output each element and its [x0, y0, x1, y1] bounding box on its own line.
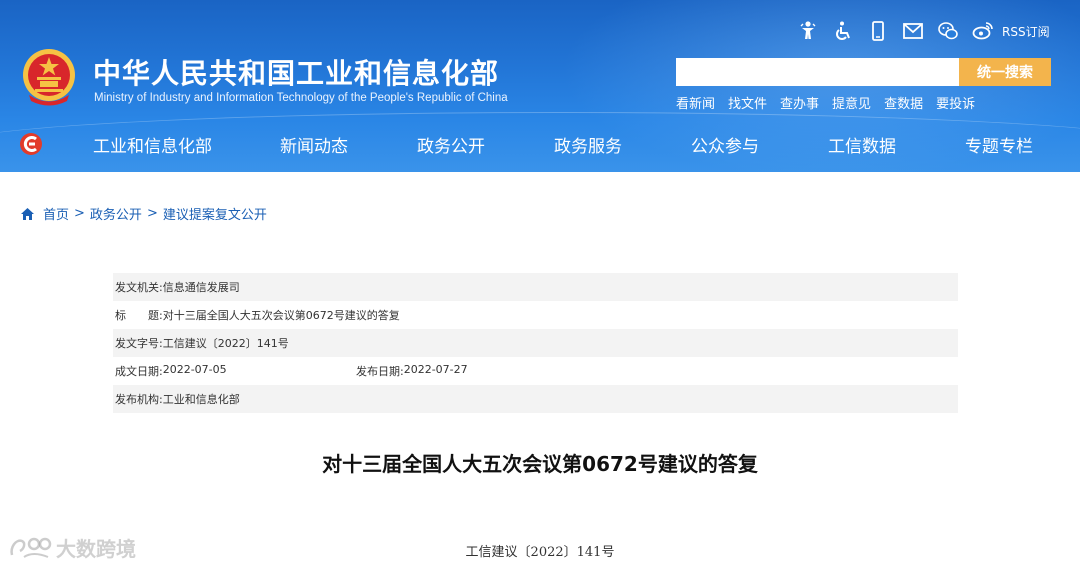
nav-item-topics[interactable]: 专题专栏 — [965, 132, 1033, 157]
mobile-phone-icon[interactable] — [866, 19, 890, 43]
quick-link-feedback[interactable]: 提意见 — [832, 93, 871, 112]
nav-item-participation[interactable]: 公众参与 — [691, 132, 759, 157]
breadcrumb-separator: > — [74, 206, 85, 221]
document-heading: 对十三届全国人大五次会议第0672号建议的答复 — [322, 452, 758, 476]
home-icon[interactable] — [20, 207, 35, 221]
nav-item-ministry[interactable]: 工业和信息化部 — [93, 132, 212, 157]
meta-label: 发布机构: — [115, 393, 163, 406]
rss-link[interactable]: RSS订阅 — [1002, 23, 1050, 40]
wechat-icon[interactable] — [936, 19, 960, 43]
breadcrumb-current[interactable]: 建议提案复文公开 — [163, 204, 267, 223]
search-input[interactable] — [676, 58, 959, 86]
main-nav: 工业和信息化部 新闻动态 政务公开 政务服务 公众参与 工信数据 专题专栏 — [93, 132, 1053, 158]
site-header: 中华人民共和国工业和信息化部 Ministry of Industry and … — [0, 0, 1080, 172]
unified-search-button[interactable]: 统一搜索 — [959, 58, 1051, 86]
ministry-logo-icon[interactable] — [18, 131, 44, 157]
accessibility-figure-icon[interactable] — [796, 19, 820, 43]
breadcrumb-gov-affairs[interactable]: 政务公开 — [90, 204, 142, 223]
watermark-text: 大数跨境 — [56, 537, 136, 561]
meta-value-org: 工业和信息化部 — [162, 393, 240, 406]
nav-item-services[interactable]: 政务服务 — [554, 132, 622, 157]
watermark: 大数跨境 — [8, 533, 136, 562]
quick-link-files[interactable]: 找文件 — [728, 93, 767, 112]
meta-label: 发文机关: — [115, 281, 163, 294]
nav-item-gov-affairs[interactable]: 政务公开 — [417, 132, 485, 157]
quick-links: 看新闻 找文件 查办事 提意见 查数据 要投诉 — [676, 93, 988, 112]
site-subtitle: Ministry of Industry and Information Tec… — [94, 92, 508, 104]
breadcrumb-separator: > — [146, 206, 158, 221]
mail-icon[interactable] — [901, 19, 925, 43]
top-icon-bar: RSS订阅 — [796, 18, 1050, 44]
breadcrumb: 首页 > 政务公开 > 建议提案复文公开 — [20, 204, 267, 223]
site-title[interactable]: 中华人民共和国工业和信息化部 — [93, 52, 499, 92]
quick-link-news[interactable]: 看新闻 — [676, 93, 715, 112]
breadcrumb-home[interactable]: 首页 — [43, 204, 69, 223]
meta-label: 标 题: — [115, 309, 163, 322]
meta-row-org: 发布机构: 工业和信息化部 — [113, 385, 958, 413]
national-emblem-icon[interactable] — [21, 48, 77, 108]
meta-cell-created: 成文日期: 2022-07-05 — [115, 363, 356, 379]
meta-value-issuer: 信息通信发展司 — [162, 281, 240, 294]
meta-row-title: 标 题: 对十三届全国人大五次会议第0672号建议的答复 — [113, 301, 958, 329]
meta-label: 发文字号: — [115, 337, 163, 350]
meta-value-title: 对十三届全国人大五次会议第0672号建议的答复 — [162, 309, 400, 322]
meta-cell-published: 发布日期: 2022-07-27 — [356, 363, 468, 379]
meta-value-published: 2022-07-27 — [403, 363, 468, 376]
meta-row-doc-number: 发文字号: 工信建议〔2022〕141号 — [113, 329, 958, 357]
quick-link-services[interactable]: 查办事 — [780, 93, 819, 112]
wheelchair-icon[interactable] — [831, 19, 855, 43]
nav-item-news[interactable]: 新闻动态 — [280, 132, 348, 157]
document-number: 工信建议〔2022〕141号 — [465, 545, 615, 560]
watermark-logo-icon — [10, 537, 52, 558]
quick-link-complaint[interactable]: 要投诉 — [936, 93, 975, 112]
meta-value-created: 2022-07-05 — [162, 363, 227, 376]
document-meta-table: 发文机关: 信息通信发展司 标 题: 对十三届全国人大五次会议第0672号建议的… — [113, 273, 958, 413]
quick-link-data[interactable]: 查数据 — [884, 93, 923, 112]
weibo-icon[interactable] — [971, 19, 995, 43]
nav-item-data[interactable]: 工信数据 — [828, 132, 896, 157]
meta-row-issuer: 发文机关: 信息通信发展司 — [113, 273, 958, 301]
meta-row-dates: 成文日期: 2022-07-05 发布日期: 2022-07-27 — [113, 357, 958, 385]
meta-label: 成文日期: — [115, 365, 163, 378]
meta-label: 发布日期: — [356, 365, 404, 378]
meta-value-doc-number: 工信建议〔2022〕141号 — [162, 337, 289, 350]
